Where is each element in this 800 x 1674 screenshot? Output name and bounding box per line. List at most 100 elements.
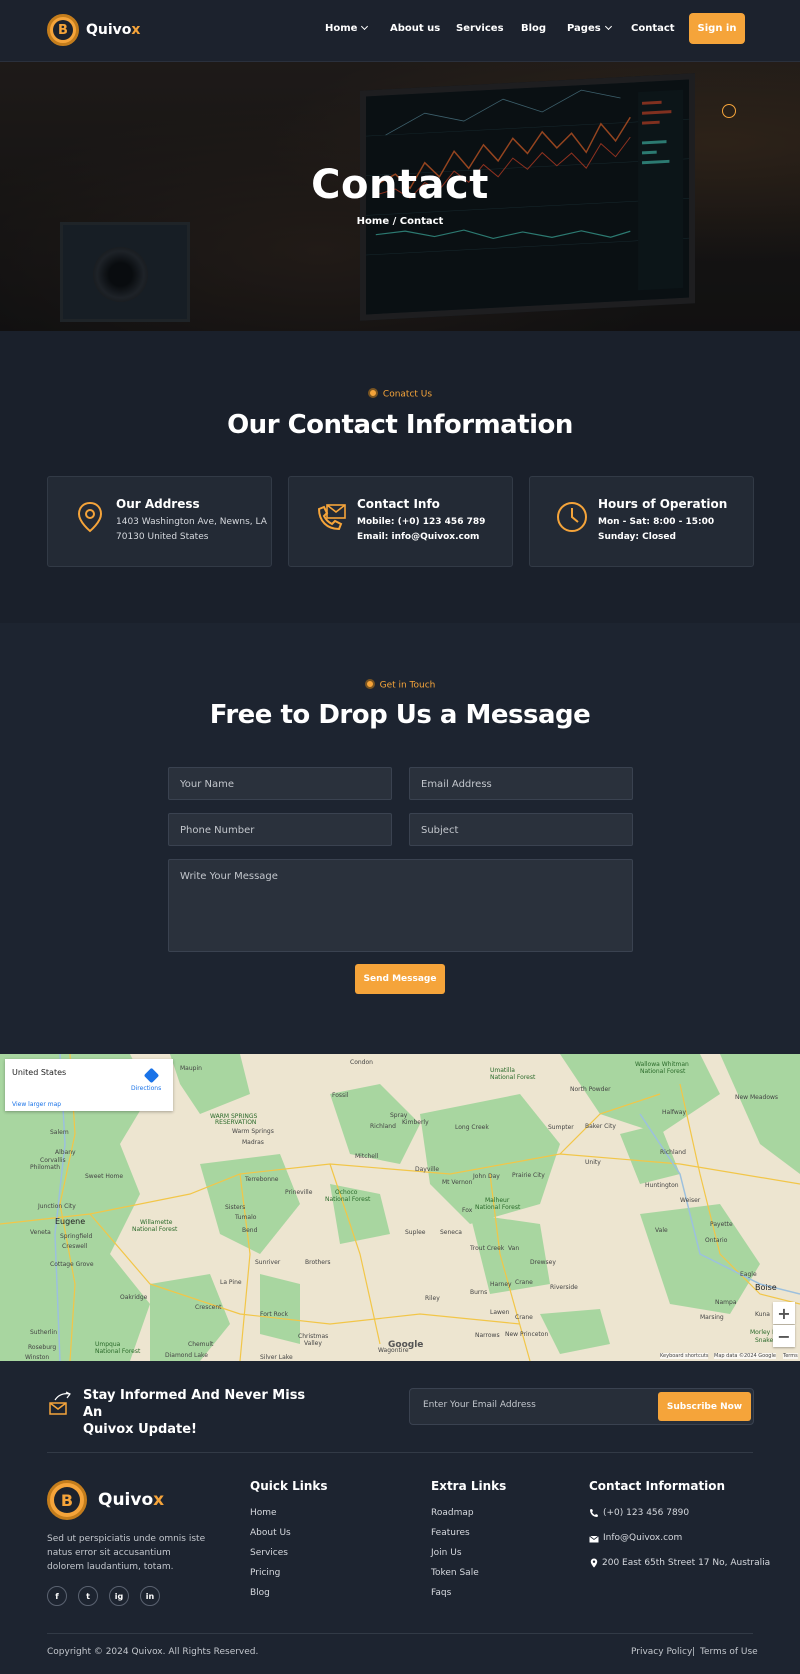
footer-link-pricing[interactable]: Pricing: [250, 1568, 280, 1578]
hours-title: Hours of Operation: [598, 497, 728, 511]
send-message-button[interactable]: Send Message: [355, 964, 445, 994]
google-logo: Google: [388, 1340, 424, 1350]
svg-text:Ontario: Ontario: [705, 1237, 728, 1244]
brand-logo-text[interactable]: Quivox: [86, 22, 140, 38]
twitter-icon[interactable]: t: [78, 1586, 98, 1606]
svg-text:National Forest: National Forest: [95, 1348, 141, 1355]
svg-text:Madras: Madras: [242, 1139, 264, 1146]
terms-of-use-link[interactable]: Terms of Use: [700, 1647, 758, 1657]
nav-about[interactable]: About us: [390, 23, 440, 34]
subscribe-button[interactable]: Subscribe Now: [658, 1392, 751, 1421]
map-terms[interactable]: Terms: [783, 1353, 798, 1359]
footer-divider: [47, 1452, 753, 1453]
directions-icon[interactable]: [143, 1067, 160, 1084]
linkedin-icon[interactable]: in: [140, 1586, 160, 1606]
brand-coin-icon[interactable]: B: [47, 14, 79, 46]
nav-pages[interactable]: Pages: [567, 22, 612, 34]
contact-mobile[interactable]: Mobile: (+0) 123 456 789: [357, 517, 485, 527]
footer-link-roadmap[interactable]: Roadmap: [431, 1508, 474, 1518]
svg-text:John Day: John Day: [472, 1173, 500, 1180]
breadcrumb-home[interactable]: Home: [357, 216, 389, 227]
svg-text:Condon: Condon: [350, 1059, 373, 1066]
privacy-policy-link[interactable]: Privacy Policy: [631, 1647, 692, 1657]
svg-text:Van: Van: [508, 1245, 519, 1252]
footer-link-token-sale[interactable]: Token Sale: [431, 1568, 479, 1578]
svg-text:Prairie City: Prairie City: [512, 1172, 545, 1179]
svg-text:Crescent: Crescent: [195, 1304, 222, 1311]
svg-text:Umpqua: Umpqua: [95, 1341, 121, 1348]
map-directions-link[interactable]: Directions: [131, 1085, 161, 1092]
contact-eyebrow: Conatct Us: [0, 388, 800, 400]
footer-brand-coin-icon[interactable]: B: [47, 1480, 87, 1520]
footer-address: 200 East 65th Street 17 No, Australia: [602, 1558, 771, 1568]
map-data-credit: Map data ©2024 Google: [714, 1353, 776, 1359]
sign-in-button[interactable]: Sign in: [689, 13, 745, 44]
facebook-icon[interactable]: f: [47, 1586, 67, 1606]
svg-text:Sunriver: Sunriver: [255, 1259, 281, 1266]
map-keyboard-shortcuts[interactable]: Keyboard shortcuts: [660, 1353, 709, 1359]
instagram-icon[interactable]: ig: [109, 1586, 129, 1606]
footer-phone[interactable]: (+0) 123 456 7890: [603, 1508, 689, 1518]
newsletter-title-line-1: Stay Informed And Never Miss An: [83, 1388, 306, 1420]
svg-text:Corvallis: Corvallis: [40, 1157, 66, 1164]
footer-link-services[interactable]: Services: [250, 1548, 288, 1558]
view-larger-map-link[interactable]: View larger map: [12, 1101, 61, 1108]
footer-email[interactable]: Info@Quivox.com: [603, 1533, 682, 1543]
footer-brand-accent: x: [153, 1490, 165, 1510]
brand-name-accent: x: [131, 22, 141, 38]
message-textarea[interactable]: Write Your Message: [168, 859, 633, 952]
svg-text:Creswell: Creswell: [62, 1243, 88, 1250]
email-field[interactable]: Email Address: [409, 767, 633, 800]
footer-coin-letter: B: [54, 1487, 80, 1513]
svg-text:Sisters: Sisters: [225, 1204, 245, 1211]
svg-text:Umatilla: Umatilla: [490, 1067, 515, 1074]
footer-link-join[interactable]: Join Us: [431, 1548, 462, 1558]
nav-blog[interactable]: Blog: [521, 23, 546, 34]
svg-text:Prineville: Prineville: [285, 1189, 313, 1196]
breadcrumb: Home / Contact: [0, 216, 800, 227]
clock-icon: [557, 502, 587, 532]
phone-field[interactable]: Phone Number: [168, 813, 392, 846]
footer-link-blog[interactable]: Blog: [250, 1588, 270, 1598]
footer-link-about[interactable]: About Us: [250, 1528, 291, 1538]
contact-info-card: Contact Info Mobile: (+0) 123 456 789 Em…: [288, 476, 513, 567]
footer-link-features[interactable]: Features: [431, 1528, 470, 1538]
svg-text:Roseburg: Roseburg: [28, 1344, 56, 1351]
svg-text:RESERVATION: RESERVATION: [215, 1119, 256, 1126]
message-section-title: Free to Drop Us a Message: [209, 700, 591, 730]
svg-text:Boise: Boise: [755, 1283, 777, 1292]
svg-text:Vale: Vale: [655, 1227, 668, 1234]
svg-text:Veneta: Veneta: [30, 1229, 51, 1236]
footer-bottom-divider: [47, 1633, 753, 1634]
svg-text:Richland: Richland: [660, 1149, 686, 1156]
svg-text:Dayville: Dayville: [415, 1166, 439, 1173]
nav-contact[interactable]: Contact: [631, 23, 675, 34]
map-zoom-in-button[interactable]: +: [773, 1302, 795, 1324]
subject-field[interactable]: Subject: [409, 813, 633, 846]
svg-text:National Forest: National Forest: [490, 1074, 536, 1081]
footer-link-home[interactable]: Home: [250, 1508, 277, 1518]
footer-brand-name: Quivo: [98, 1490, 154, 1510]
map-zoom-out-button[interactable]: −: [773, 1325, 795, 1347]
contact-email[interactable]: Email: info@Quivox.com: [357, 532, 479, 542]
svg-text:New Meadows: New Meadows: [735, 1094, 778, 1101]
phone-icon: [590, 1509, 598, 1517]
footer-link-faqs[interactable]: Faqs: [431, 1588, 451, 1598]
brand-coin-letter: B: [53, 20, 73, 40]
nav-home[interactable]: Home: [325, 22, 369, 34]
name-field[interactable]: Your Name: [168, 767, 392, 800]
svg-text:Christmas: Christmas: [298, 1333, 328, 1340]
hours-sunday: Sunday: Closed: [598, 532, 676, 542]
svg-text:Cottage Grove: Cottage Grove: [50, 1261, 94, 1268]
footer-brand-logo-text[interactable]: Quivox: [98, 1490, 164, 1510]
embedded-map[interactable]: Maupin Condon Umatilla National Forest W…: [0, 1054, 800, 1361]
svg-text:Unity: Unity: [585, 1159, 601, 1166]
hours-weekdays: Mon - Sat: 8:00 - 15:00: [598, 517, 715, 527]
svg-text:Philomath: Philomath: [30, 1164, 60, 1171]
svg-text:Wallowa Whitman: Wallowa Whitman: [635, 1061, 689, 1068]
map-place-card: United States Directions View larger map: [5, 1059, 173, 1111]
svg-text:Oakridge: Oakridge: [120, 1294, 148, 1301]
nav-services[interactable]: Services: [456, 23, 504, 34]
svg-text:Terrebonne: Terrebonne: [244, 1176, 279, 1183]
svg-text:Riverside: Riverside: [550, 1284, 578, 1291]
